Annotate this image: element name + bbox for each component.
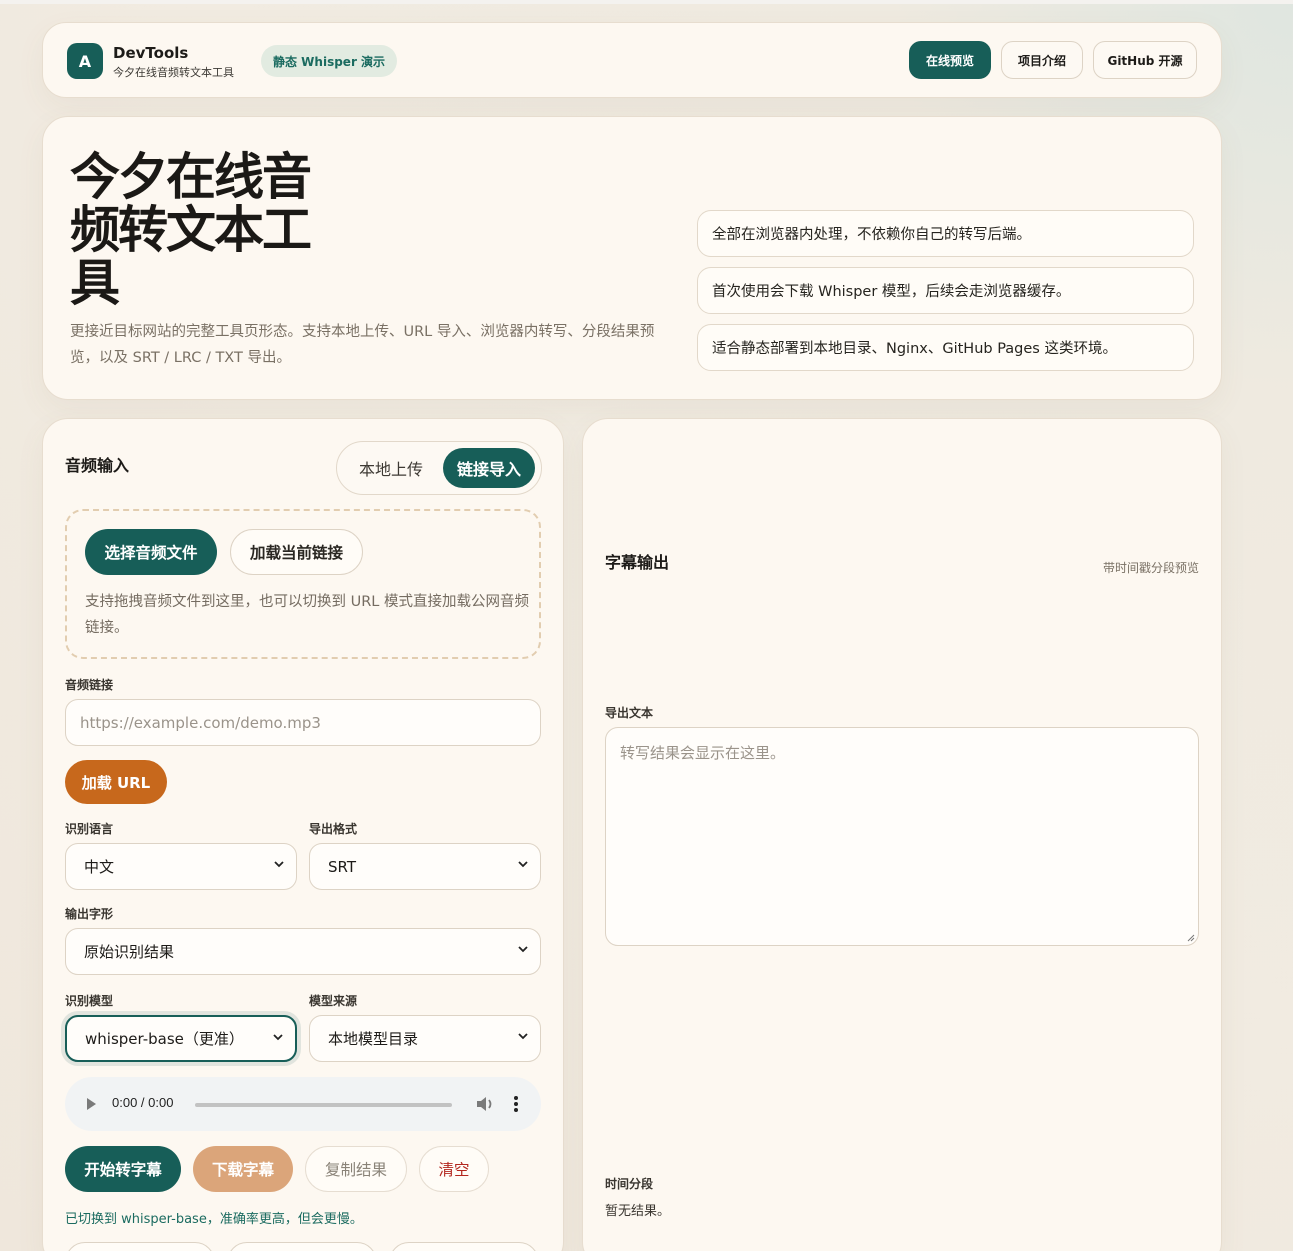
start-transcribe-button[interactable]: 开始转字幕 [65,1146,181,1192]
model-select-value: whisper-base（更准） [85,1030,244,1048]
nav-preview-button[interactable]: 在线预览 [909,41,991,79]
script-select[interactable]: 原始识别结果 [65,928,541,975]
more-options-icon[interactable] [513,1095,519,1113]
model-label: 识别模型 [65,994,114,1008]
site-header: A DevTools 今夕在线音频转文本工具 静态 Whisper 演示 在线预… [42,22,1222,98]
language-select-value: 中文 [84,858,115,876]
chevron-down-icon [274,861,284,868]
load-url-button[interactable]: 加载 URL [65,760,167,804]
export-label: 导出文本 [605,706,654,720]
url-label: 音频链接 [65,678,114,692]
drop-hint: 支持拖拽音频文件到这里，也可以切换到 URL 模式直接加载公网音频链接。 [85,594,529,636]
nav-about-button[interactable]: 项目介绍 [1001,41,1083,79]
format-select[interactable]: SRT [309,843,541,890]
mode-tag: 静态 Whisper 演示 [261,45,398,77]
feature-note: 首次使用会下载 Whisper 模型，后续会走浏览器缓存。 [697,267,1194,314]
subtitle-output-panel: 字幕输出 带时间戳分段预览 导出文本 转写结果会显示在这里。 时间分段 暂无结果… [582,418,1222,1251]
drop-zone[interactable]: 选择音频文件 加载当前链接 支持拖拽音频文件到这里，也可以切换到 URL 模式直… [65,509,541,659]
tab-link-import[interactable]: 链接导入 [443,448,535,488]
segments-label: 时间分段 [605,1177,654,1191]
panel-title: 音频输入 [65,456,130,475]
export-placeholder: 转写结果会显示在这里。 [620,744,786,762]
clear-button[interactable]: 清空 [419,1146,489,1192]
play-icon[interactable] [87,1098,96,1110]
load-link-button[interactable]: 加载当前链接 [230,529,363,575]
brand-title: DevTools [113,44,189,62]
copy-result-button[interactable]: 复制结果 [305,1146,407,1192]
audio-progress-slider[interactable] [195,1103,452,1107]
audio-player: 0:00 / 0:00 [65,1077,541,1131]
source-select-value: 本地模型目录 [328,1030,419,1048]
export-textarea[interactable]: 转写结果会显示在这里。 [605,727,1199,946]
volume-icon[interactable] [475,1094,497,1114]
feature-note: 适合静态部署到本地目录、Nginx、GitHub Pages 这类环境。 [697,324,1194,371]
hero-section: 今夕在线音频转文本工具 更接近目标网站的完整工具页形态。支持本地上传、URL 导… [42,116,1222,400]
tab-local-upload[interactable]: 本地上传 [345,448,437,488]
brand-subtitle: 今夕在线音频转文本工具 [113,66,234,79]
chevron-down-icon [518,946,528,953]
script-label: 输出字形 [65,907,114,921]
window-top-edge [0,0,1293,4]
logo-badge: A [67,43,103,79]
info-chip [65,1242,215,1251]
chevron-down-icon [273,1034,283,1041]
format-select-value: SRT [328,857,357,876]
feature-note: 全部在浏览器内处理，不依赖你自己的转写后端。 [697,210,1194,257]
input-mode-switch: 本地上传 链接导入 [336,441,542,495]
panel-title: 字幕输出 [605,553,670,572]
status-message: 已切换到 whisper-base，准确率更高，但会更慢。 [65,1212,363,1227]
audio-url-input[interactable]: https://example.com/demo.mp3 [65,699,541,746]
hero-description: 更接近目标网站的完整工具页形态。支持本地上传、URL 导入、浏览器内转写、分段结… [70,324,655,366]
info-chip [389,1242,539,1251]
language-select[interactable]: 中文 [65,843,297,890]
download-subtitle-button[interactable]: 下载字幕 [193,1146,293,1192]
model-source-select[interactable]: 本地模型目录 [309,1015,541,1062]
resize-grip-icon[interactable] [1187,934,1195,942]
language-label: 识别语言 [65,822,114,836]
choose-file-button[interactable]: 选择音频文件 [85,529,217,575]
hero-title: 今夕在线音频转文本工具 [70,148,312,312]
audio-time: 0:00 / 0:00 [112,1095,174,1110]
audio-input-panel: 音频输入 本地上传 链接导入 选择音频文件 加载当前链接 支持拖拽音频文件到这里… [42,418,564,1251]
model-select[interactable]: whisper-base（更准） [65,1015,297,1062]
info-chip [227,1242,377,1251]
chevron-down-icon [518,861,528,868]
chevron-down-icon [518,1033,528,1040]
source-label: 模型来源 [309,994,358,1008]
segments-empty: 暂无结果。 [605,1204,671,1219]
script-select-value: 原始识别结果 [84,943,175,961]
format-label: 导出格式 [309,822,358,836]
preview-note: 带时间戳分段预览 [1102,561,1199,575]
nav-github-button[interactable]: GitHub 开源 [1093,41,1197,79]
